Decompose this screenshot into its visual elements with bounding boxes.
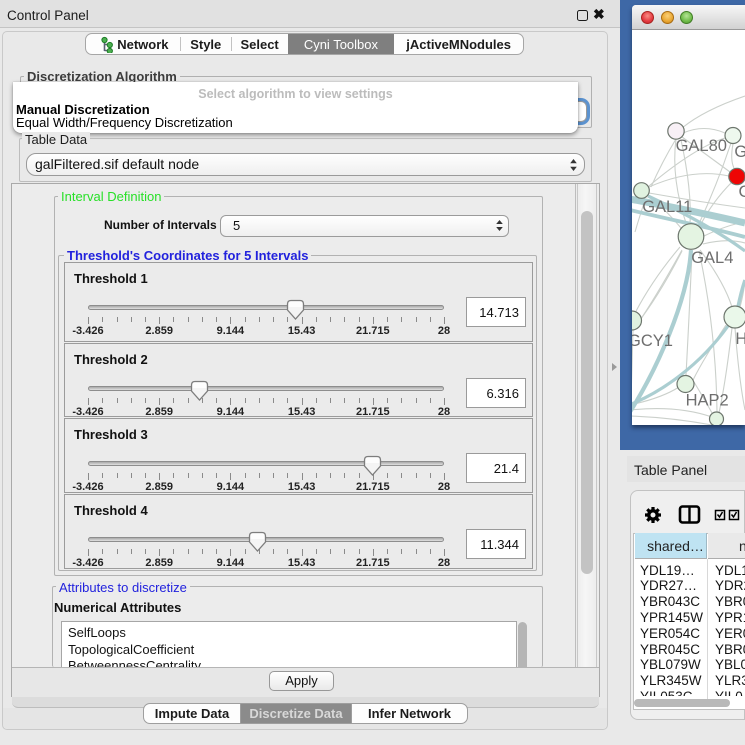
svg-text:C: C [739, 183, 745, 201]
svg-text:GAL11: GAL11 [642, 198, 692, 216]
svg-text:H: H [735, 330, 745, 348]
svg-text:GA: GA [734, 143, 745, 161]
svg-text:GAL4: GAL4 [691, 249, 733, 267]
svg-text:HAP2: HAP2 [686, 392, 729, 410]
svg-text:GAL80: GAL80 [676, 137, 727, 155]
svg-text:GCY1: GCY1 [632, 332, 673, 350]
